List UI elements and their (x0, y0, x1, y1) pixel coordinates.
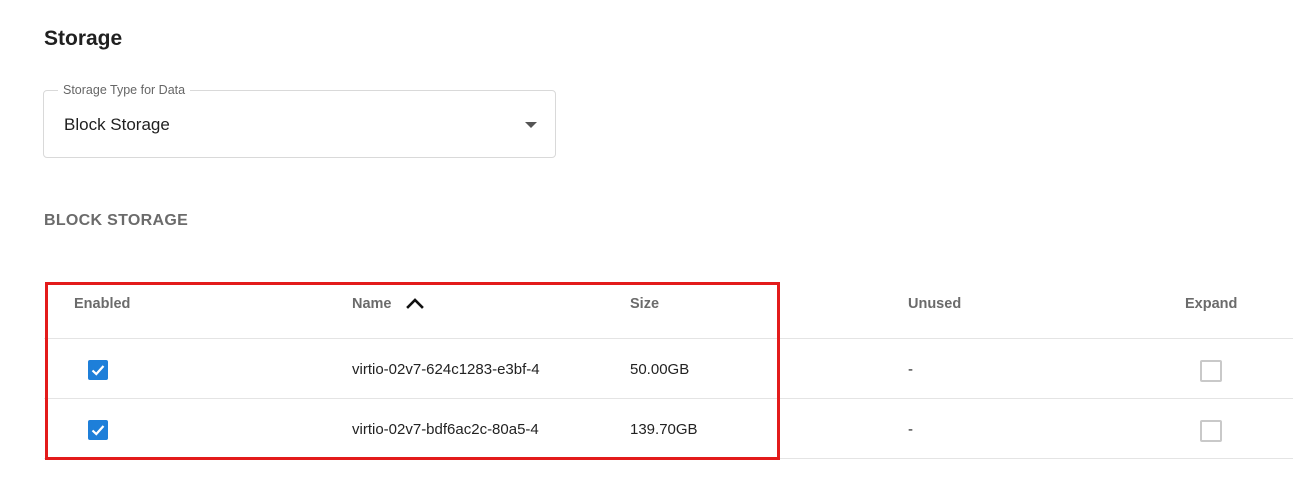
table-row: virtio-02v7-bdf6ac2c-80a5-4 139.70GB - (44, 399, 1293, 459)
table-header: Enabled Name Size Unused Expand (44, 280, 1293, 339)
column-header-name[interactable]: Name (352, 296, 392, 312)
storage-type-value: Block Storage (64, 115, 170, 134)
column-header-enabled[interactable]: Enabled (74, 296, 130, 312)
row-unused: - (908, 361, 913, 378)
row-name: virtio-02v7-624c1283-e3bf-4 (352, 361, 540, 378)
column-header-size[interactable]: Size (630, 296, 659, 312)
row-name: virtio-02v7-bdf6ac2c-80a5-4 (352, 421, 539, 438)
block-storage-table: Enabled Name Size Unused Expand virtio-0… (44, 280, 1293, 459)
storage-page: Storage Storage Type for Data Block Stor… (0, 0, 1293, 491)
storage-type-select[interactable]: Storage Type for Data Block Storage (43, 82, 556, 158)
enabled-checkbox[interactable] (88, 360, 108, 380)
arrow-up-icon[interactable] (404, 293, 426, 315)
block-storage-title: BLOCK STORAGE (44, 212, 189, 229)
section-title: Storage (44, 27, 123, 50)
row-size: 139.70GB (630, 421, 698, 438)
table-row: virtio-02v7-624c1283-e3bf-4 50.00GB - (44, 339, 1293, 399)
caret-down-icon (525, 122, 537, 128)
storage-type-label: Storage Type for Data (58, 82, 191, 98)
enabled-checkbox[interactable] (88, 420, 108, 440)
column-header-unused[interactable]: Unused (908, 296, 961, 312)
row-size: 50.00GB (630, 361, 690, 378)
expand-checkbox[interactable] (1200, 420, 1222, 442)
expand-checkbox[interactable] (1200, 360, 1222, 382)
column-header-expand[interactable]: Expand (1185, 296, 1237, 312)
row-unused: - (908, 421, 913, 438)
